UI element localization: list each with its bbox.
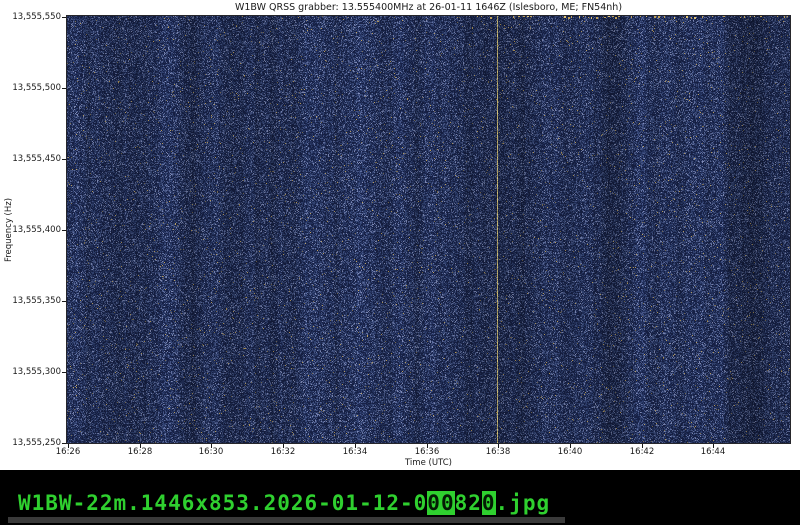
x-tick-label: 16:28 — [127, 447, 153, 457]
y-tick-label: 13,555,350 — [12, 296, 61, 306]
y-tick-mark — [62, 372, 66, 373]
plot-title: W1BW QRSS grabber: 13.555400MHz at 26-01… — [234, 2, 623, 13]
filename-segment: .jpg — [495, 491, 551, 515]
x-axis-label: Time (UTC) — [405, 458, 452, 468]
x-tick-label: 16:42 — [629, 447, 655, 457]
y-tick-mark — [62, 159, 66, 160]
x-tick-label: 16:38 — [485, 447, 511, 457]
y-tick-label: 13,555,450 — [12, 154, 61, 164]
y-tick-mark — [62, 443, 66, 444]
x-tick-label: 16:34 — [342, 447, 368, 457]
x-tick-label: 16:26 — [55, 447, 81, 457]
y-tick-label: 13,555,550 — [12, 12, 61, 22]
y-tick-label: 13,555,300 — [12, 367, 61, 377]
x-tick-label: 16:40 — [557, 447, 583, 457]
y-tick-mark — [62, 17, 66, 18]
terminal-bar: W1BW-22m.1446x853.2026-01-12-000820.jpg — [0, 470, 800, 525]
x-tick-label: 16:32 — [270, 447, 296, 457]
spectrogram-canvas — [66, 15, 791, 444]
spectrogram-figure: W1BW QRSS grabber: 13.555400MHz at 26-01… — [0, 0, 800, 470]
filename-segment-highlighted: 0 — [481, 491, 496, 515]
y-tick-mark — [62, 301, 66, 302]
filename-text: W1BW-22m.1446x853.2026-01-12-000820.jpg — [18, 491, 550, 515]
y-tick-label: 13,555,500 — [12, 83, 61, 93]
x-tick-label: 16:36 — [414, 447, 440, 457]
x-tick-label: 16:44 — [700, 447, 726, 457]
y-tick-mark — [62, 88, 66, 89]
y-tick-mark — [62, 230, 66, 231]
cursor-bar — [8, 517, 565, 523]
y-tick-label: 13,555,400 — [12, 225, 61, 235]
filename-segment: W1BW-22m.1446x853.2026-01-12-0 — [18, 491, 428, 515]
filename-segment-highlighted: 00 — [427, 491, 455, 515]
x-tick-label: 16:30 — [198, 447, 224, 457]
filename-segment: 82 — [454, 491, 482, 515]
